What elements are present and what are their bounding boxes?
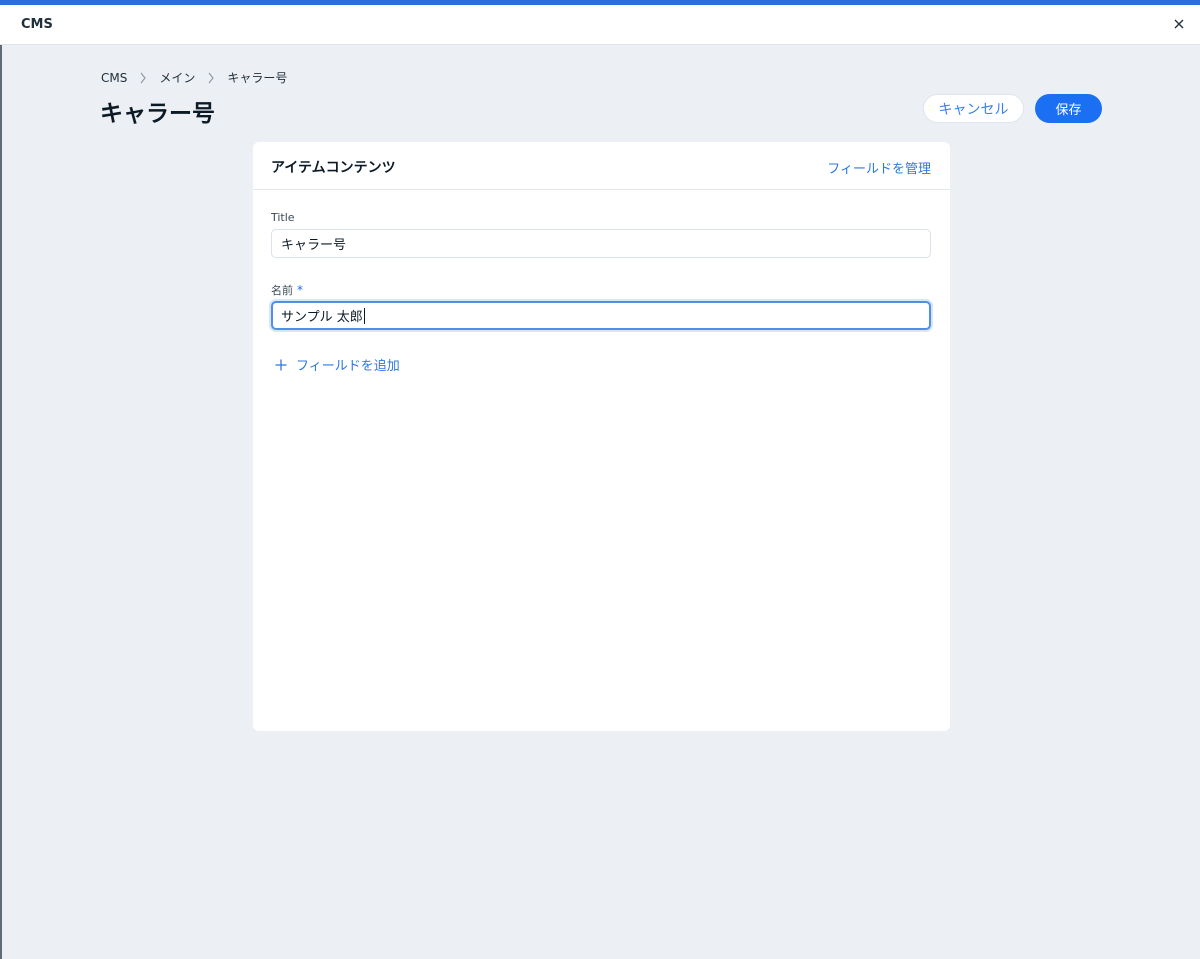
breadcrumb-item-current: キャラー号 bbox=[227, 71, 288, 85]
window-frame-edge bbox=[0, 45, 2, 959]
card-title: アイテムコンテンツ bbox=[271, 160, 396, 176]
name-field-value: サンプル 太郎 bbox=[281, 310, 363, 325]
breadcrumb-item-main[interactable]: メイン bbox=[159, 69, 195, 86]
card-header: アイテムコンテンツ フィールドを管理 bbox=[253, 142, 950, 190]
breadcrumb-item-cms[interactable]: CMS bbox=[101, 71, 127, 85]
text-caret bbox=[363, 307, 365, 324]
title-field-label: Title bbox=[271, 211, 295, 224]
title-field-value: キャラー号 bbox=[281, 238, 347, 253]
window-title: CMS bbox=[21, 17, 53, 32]
cancel-button[interactable]: キャンセル bbox=[923, 94, 1024, 123]
breadcrumb: CMS メイン キャラー号 bbox=[101, 69, 287, 86]
required-asterisk: * bbox=[297, 283, 303, 297]
close-icon[interactable] bbox=[1170, 15, 1188, 33]
plus-icon bbox=[275, 359, 287, 370]
page-title: キャラー号 bbox=[100, 101, 215, 127]
chevron-right-icon bbox=[195, 71, 227, 85]
item-content-card: アイテムコンテンツ フィールドを管理 Title キャラー号 名前 * サンプル … bbox=[253, 142, 950, 731]
save-button[interactable]: 保存 bbox=[1035, 94, 1102, 123]
name-field-label: 名前 * bbox=[271, 282, 303, 298]
chevron-right-icon bbox=[127, 71, 159, 85]
manage-fields-link[interactable]: フィールドを管理 bbox=[827, 158, 931, 177]
add-field-label: フィールドを追加 bbox=[296, 359, 400, 374]
name-field[interactable]: サンプル 太郎 bbox=[271, 301, 931, 330]
name-field-label-text: 名前 bbox=[271, 284, 293, 297]
window-header: CMS bbox=[0, 5, 1200, 45]
add-field-button[interactable]: フィールドを追加 bbox=[274, 355, 400, 374]
title-field[interactable]: キャラー号 bbox=[271, 229, 931, 258]
